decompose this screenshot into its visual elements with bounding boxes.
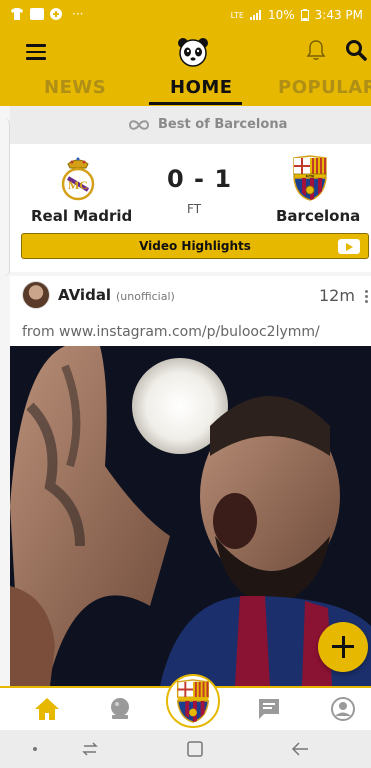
app-header: NEWS HOME POPULAR — [0, 30, 371, 106]
status-bar: ··· LTE 10% 3:43 PM — [0, 0, 371, 30]
main-tabs: NEWS HOME POPULAR — [0, 74, 371, 106]
post-header: AVidal (unofficial) 12m — [10, 276, 371, 320]
status-right: LTE 10% 3:43 PM — [231, 8, 363, 22]
match-card[interactable]: MC Real Madrid 0 - 1 FT FCB Barcelona Vi… — [10, 144, 371, 272]
left-edge-panel — [0, 118, 10, 276]
section-title: Best of Barcelona — [158, 117, 288, 132]
panda-logo-icon[interactable] — [176, 35, 210, 69]
recent-apps-icon[interactable] — [80, 740, 100, 758]
dot-icon — [33, 747, 37, 751]
post-author[interactable]: AVidal — [58, 286, 111, 304]
tab-news[interactable]: NEWS — [44, 77, 106, 98]
network-label: LTE — [230, 10, 244, 20]
more-options-icon[interactable] — [365, 290, 369, 304]
post-card: AVidal (unofficial) 12m from www.instagr… — [10, 276, 371, 686]
post-source-link[interactable]: from www.instagram.com/p/bulooc2lymm/ — [22, 324, 320, 340]
active-tab-indicator — [149, 102, 242, 105]
system-nav-bar — [0, 730, 371, 768]
app-screen: ··· LTE 10% 3:43 PM NEWS HOME POPULAR Be… — [0, 0, 371, 768]
hamburger-icon[interactable] — [26, 44, 46, 60]
home-team-name: Real Madrid — [31, 207, 133, 225]
message-icon — [30, 8, 44, 20]
shirt-icon — [11, 8, 23, 20]
avatar[interactable] — [22, 281, 50, 309]
battery-percent: 10% — [267, 8, 295, 22]
club-badge-button[interactable] — [166, 674, 220, 728]
real-madrid-crest-icon: MC — [61, 157, 95, 201]
status-time: 3:43 PM — [314, 8, 363, 22]
status-more: ··· — [72, 7, 84, 21]
back-icon[interactable] — [290, 740, 310, 758]
home-icon[interactable] — [34, 696, 60, 722]
signal-icon — [249, 10, 261, 20]
home-square-icon[interactable] — [186, 740, 204, 758]
plus-circle-icon — [50, 8, 62, 20]
author-tag: (unofficial) — [116, 290, 175, 303]
video-highlights-label: Video Highlights — [139, 239, 251, 253]
tab-popular[interactable]: POPULAR — [278, 77, 371, 98]
away-team-name: Barcelona — [276, 207, 361, 225]
post-photo[interactable] — [10, 346, 371, 686]
post-time: 12m — [319, 286, 355, 305]
crystal-ball-icon[interactable] — [107, 696, 133, 722]
match-score: 0 - 1 — [167, 165, 233, 193]
barcelona-crest-icon: FCB — [293, 155, 327, 201]
bell-icon[interactable] — [305, 39, 327, 61]
profile-icon[interactable] — [330, 696, 356, 722]
play-video-icon — [338, 239, 360, 254]
battery-icon — [300, 9, 309, 21]
search-icon[interactable] — [345, 39, 367, 61]
add-post-button[interactable] — [318, 622, 368, 672]
chat-icon[interactable] — [256, 696, 282, 722]
tab-home[interactable]: HOME — [170, 77, 233, 98]
club-badge-icon — [176, 679, 210, 723]
infinity-icon — [128, 119, 150, 130]
svg-text:MC: MC — [68, 178, 88, 192]
section-banner: Best of Barcelona — [10, 106, 371, 144]
match-status: FT — [187, 202, 202, 216]
status-left: ··· — [10, 7, 83, 21]
video-highlights-button[interactable]: Video Highlights — [21, 233, 369, 259]
